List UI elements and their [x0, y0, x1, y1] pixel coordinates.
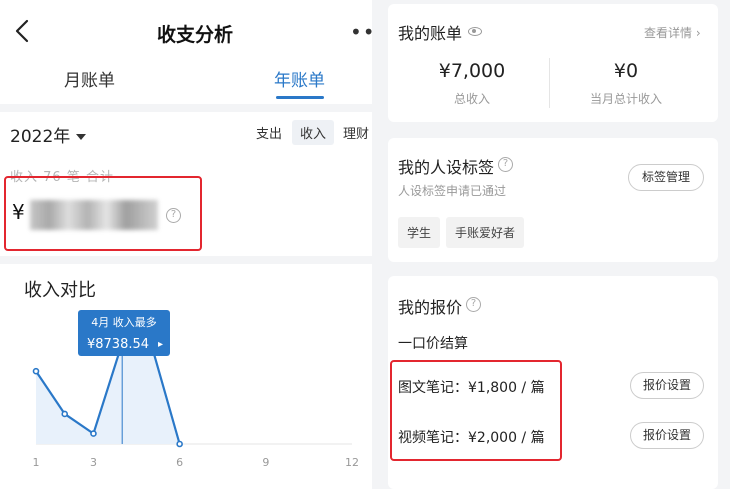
monthly-income-value: ¥0	[613, 60, 639, 82]
total-income-label: 总收入	[453, 92, 490, 106]
data-point-month-2	[61, 410, 69, 418]
data-point-month-6	[176, 440, 183, 448]
year-label: 2022年	[10, 127, 71, 147]
x-tick-label: 9	[262, 456, 269, 469]
pricing-type: 一口价结算	[398, 336, 468, 352]
area-fill	[36, 343, 180, 444]
manage-tags-button[interactable]: 标签管理	[628, 164, 704, 191]
persona-card: 我的人设标签 ? 人设标签申请已通过 标签管理 学生 手账爱好者	[388, 138, 718, 262]
account-card: 我的账单 查看详情 › ¥7,000 总收入 ¥0 当月总计收入	[388, 4, 718, 122]
more-icon[interactable]: ••	[350, 22, 376, 42]
caret-down-icon	[76, 134, 87, 140]
price-settings-button[interactable]: 报价设置	[630, 422, 704, 449]
price-settings-button[interactable]: 报价设置	[630, 372, 704, 399]
help-icon[interactable]: ?	[498, 157, 513, 172]
tab-yearly-bill[interactable]: 年账单	[274, 66, 325, 91]
chart-title: 收入对比	[24, 280, 96, 301]
divider	[0, 104, 372, 112]
persona-tag: 手账爱好者	[446, 217, 525, 248]
year-selector[interactable]: 2022年	[10, 122, 87, 147]
persona-status-note: 人设标签申请已通过	[398, 184, 507, 198]
quote-title: 我的报价	[398, 298, 463, 317]
top-bar: 收支分析 ••	[0, 0, 375, 62]
help-icon[interactable]: ?	[466, 297, 481, 312]
filter-income[interactable]: 收入	[292, 120, 335, 145]
monthly-income-label: 当月总计收入	[589, 92, 662, 106]
x-tick-label: 12	[345, 456, 359, 469]
data-point-month-3	[90, 430, 97, 437]
x-tick-label: 1	[33, 456, 40, 469]
divider	[0, 256, 372, 264]
view-details-label: 查看详情	[644, 26, 693, 40]
highlight-box-income	[4, 176, 202, 251]
active-tab-indicator	[276, 96, 324, 99]
income-chart: 4月 收入最多 ¥8738.54 ▸ 1 3 6 9 12	[32, 310, 359, 469]
x-tick-label: 6	[176, 456, 183, 469]
account-title: 我的账单	[398, 24, 463, 43]
highlight-box-prices	[390, 360, 562, 461]
filter-investment[interactable]: 理财	[343, 123, 369, 142]
bill-tabs: 月账单 年账单	[0, 62, 372, 102]
filter-expense[interactable]: 支出	[256, 123, 282, 142]
stat-divider	[549, 58, 550, 108]
x-tick-label: 3	[90, 456, 97, 469]
income-analysis-panel: 收支分析 •• 月账单 年账单 2022年 支出 收入 理财 收入 76 笔 合…	[0, 0, 375, 489]
tooltip-value: ¥8738.54	[87, 337, 149, 352]
total-income-value: ¥7,000	[438, 60, 506, 82]
eye-icon[interactable]	[468, 27, 482, 36]
tooltip-title: 4月 收入最多	[91, 315, 157, 329]
persona-tag: 学生	[398, 217, 441, 248]
chevron-right-icon: ›	[695, 26, 701, 40]
view-details-link[interactable]: 查看详情 ›	[644, 24, 701, 41]
data-point-month-1	[32, 367, 40, 375]
persona-title: 我的人设标签	[398, 158, 495, 177]
page-title: 收支分析	[156, 24, 233, 46]
tooltip-arrow-icon: ▸	[158, 339, 163, 350]
tab-monthly-bill[interactable]: 月账单	[64, 66, 115, 91]
